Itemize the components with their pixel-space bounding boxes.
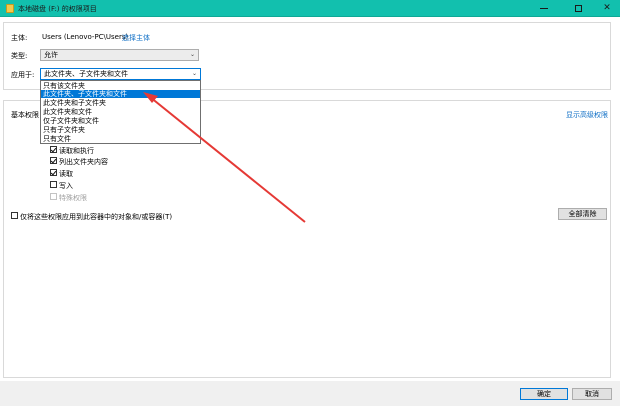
minimize-button[interactable] [529,0,559,17]
dropdown-option[interactable]: 只有子文件夹 [41,126,200,134]
checkbox-special-permissions [50,193,57,200]
minimize-icon [540,8,548,9]
select-principal-link[interactable]: 选择主体 [122,33,150,43]
title-bar: 本地磁盘 (F:) 的权限项目 ✕ [0,0,620,17]
permission-label: 列出文件夹内容 [59,158,108,166]
dropdown-option-selected[interactable]: 此文件夹、子文件夹和文件 [41,90,200,98]
show-advanced-permissions-link[interactable]: 显示高级权限 [566,110,608,120]
applies-to-dropdown: 只有该文件夹 此文件夹、子文件夹和文件 此文件夹和子文件夹 此文件夹和文件 仅子… [40,80,201,144]
chevron-down-icon: ⌄ [189,51,195,58]
dropdown-option[interactable]: 此文件夹和子文件夹 [41,99,200,107]
dropdown-option[interactable]: 仅子文件夹和文件 [41,117,200,125]
checkbox-write[interactable] [50,181,57,188]
applies-to-select[interactable]: 此文件夹、子文件夹和文件 ⌄ [40,68,201,80]
maximize-button[interactable] [563,0,593,17]
type-select[interactable]: 允许 ⌄ [40,49,199,61]
clear-all-button[interactable]: 全部清除 [558,208,607,220]
dropdown-option[interactable]: 只有文件 [41,135,200,143]
ok-button[interactable]: 确定 [520,388,568,400]
applies-to-label: 应用于: [11,71,35,79]
principal-value: Users (Lenovo-PC\Users) [42,33,129,41]
cancel-button[interactable]: 取消 [572,388,612,400]
permission-label: 读取 [59,170,73,178]
type-label: 类型: [11,52,28,60]
dropdown-option[interactable]: 此文件夹和文件 [41,108,200,116]
chevron-down-icon: ⌄ [191,70,197,77]
checkbox-read[interactable] [50,169,57,176]
apply-only-label: 仅将这些权限应用到此容器中的对象和/或容器(T) [20,213,173,221]
permission-label: 写入 [59,182,73,190]
folder-icon [6,4,14,13]
type-select-value: 允许 [44,51,58,59]
checkbox-list-folder[interactable] [50,157,57,164]
window-title: 本地磁盘 (F:) 的权限项目 [18,5,97,13]
permission-label: 读取和执行 [59,147,94,155]
checkbox-apply-only[interactable] [11,212,18,219]
principal-label: 主体: [11,34,28,42]
maximize-icon [574,5,582,12]
permission-label: 特殊权限 [59,194,87,202]
basic-permissions-label: 基本权限 [11,111,39,119]
dropdown-option[interactable]: 只有该文件夹 [41,82,200,90]
applies-to-select-value: 此文件夹、子文件夹和文件 [44,70,128,78]
close-icon: ✕ [603,3,611,13]
checkbox-read-execute[interactable] [50,146,57,153]
close-button[interactable]: ✕ [592,0,620,17]
